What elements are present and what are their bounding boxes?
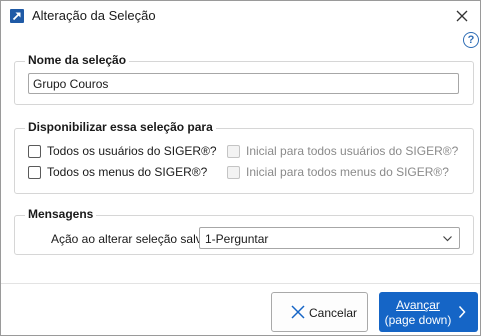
footer-divider: [1, 283, 480, 284]
help-icon[interactable]: ?: [463, 32, 479, 48]
initial-all-menus-option: Inicial para todos menus do SIGER®?: [227, 164, 449, 180]
next-button-label: Avançar: [396, 298, 440, 312]
close-button[interactable]: [450, 5, 474, 27]
action-select-value: 1-Perguntar: [205, 232, 269, 246]
action-label: Ação ao alterar seleção salva: [51, 232, 209, 246]
group-legend-selection-name: Nome da seleção: [25, 53, 130, 67]
all-users-option[interactable]: Todos os usuários do SIGER®?: [28, 143, 217, 159]
cancel-button[interactable]: Cancelar: [271, 292, 368, 332]
action-select[interactable]: 1-Perguntar: [199, 227, 460, 249]
title-bar: Alteração da Seleção: [1, 1, 480, 31]
next-button[interactable]: Avançar (page down): [379, 292, 478, 332]
all-users-checkbox[interactable]: [28, 144, 41, 158]
close-icon: [456, 10, 468, 22]
all-menus-option[interactable]: Todos os menus do SIGER®?: [28, 164, 207, 180]
arrow-up-right-icon: [10, 9, 24, 23]
availability-group: Disponibilizar essa seleção para: [14, 120, 474, 194]
chevron-down-icon: [443, 236, 452, 242]
all-menus-checkbox[interactable]: [28, 165, 41, 179]
x-icon: [291, 305, 305, 319]
cancel-button-label: Cancelar: [309, 306, 358, 320]
initial-all-menus-label: Inicial para todos menus do SIGER®?: [246, 165, 449, 179]
dialog-window: Alteração da Seleção ? Nome da seleção D…: [0, 0, 481, 336]
initial-all-users-option: Inicial para todos usuários do SIGER®?: [227, 143, 458, 159]
chevron-right-icon: [458, 305, 466, 319]
next-button-shortcut: (page down): [384, 313, 452, 327]
initial-all-users-label: Inicial para todos usuários do SIGER®?: [246, 144, 459, 158]
window-title: Alteração da Seleção: [32, 8, 156, 23]
all-menus-label: Todos os menus do SIGER®?: [47, 165, 208, 179]
initial-all-users-checkbox: [227, 144, 240, 158]
group-legend-messages: Mensagens: [25, 207, 97, 221]
selection-name-input[interactable]: [28, 73, 459, 94]
initial-all-menus-checkbox: [227, 165, 240, 179]
all-users-label: Todos os usuários do SIGER®?: [47, 144, 217, 158]
group-legend-availability: Disponibilizar essa seleção para: [25, 120, 216, 134]
